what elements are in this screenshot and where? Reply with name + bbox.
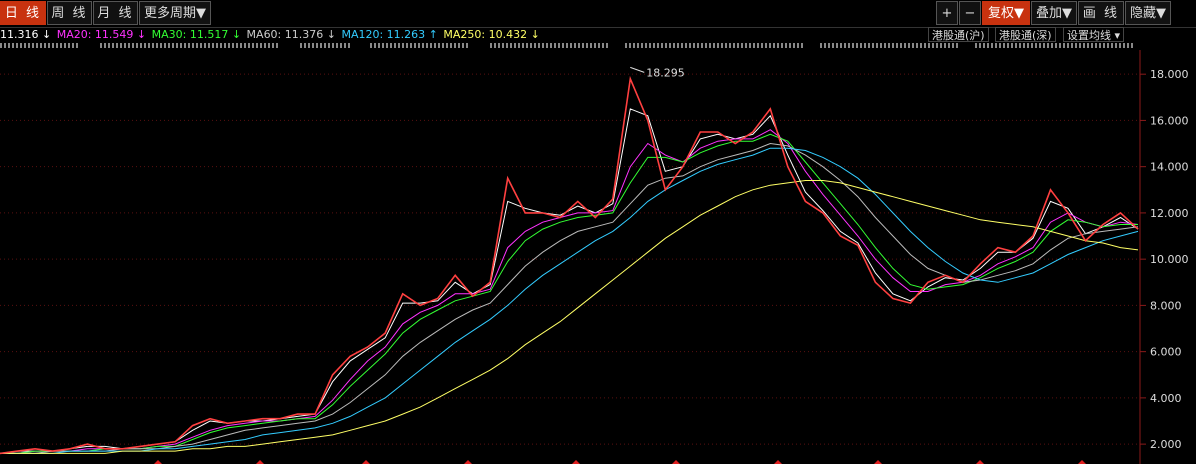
period-marker [1078,460,1086,464]
y-tick-label: 6.000 [1150,346,1182,359]
period-marker [154,460,162,464]
y-tick-label: 12.000 [1150,207,1189,220]
grid [0,73,1146,445]
series-ma30 [0,133,1138,454]
period-marker [672,460,680,464]
period-marker [976,460,984,464]
peak-label: 18.295 [646,66,685,79]
series-lines [0,75,1139,455]
y-tick-label: 14.000 [1150,161,1189,174]
peak-annotation: 18.295 [630,66,685,79]
y-tick-label: 16.000 [1150,114,1189,127]
series-price [0,75,1139,455]
period-marker [874,460,882,464]
y-tick-label: 18.000 [1150,68,1189,81]
period-marker [464,460,472,464]
period-marker [774,460,782,464]
period-marker [362,460,370,464]
period-marker [572,460,580,464]
price-chart[interactable]: 18.000 16.000 14.000 12.000 10.000 8.000 6.000… [0,0,1196,464]
bottom-markers [154,460,1086,464]
series-ma5 [0,108,1139,454]
series-ma20 [0,129,1139,454]
period-marker [256,460,264,464]
peak-pointer [630,66,645,73]
y-tick-label: 10.000 [1150,253,1189,266]
series-ma60 [0,142,1139,454]
y-tick-label: 4.000 [1150,392,1182,405]
y-tick-label: 8.000 [1150,299,1182,312]
y-tick-label: 2.000 [1150,438,1182,451]
series-ma250 [0,180,1139,454]
y-axis-labels: 18.000 16.000 14.000 12.000 10.000 8.000 6.000… [1150,68,1189,451]
series-ma120 [0,147,1139,454]
